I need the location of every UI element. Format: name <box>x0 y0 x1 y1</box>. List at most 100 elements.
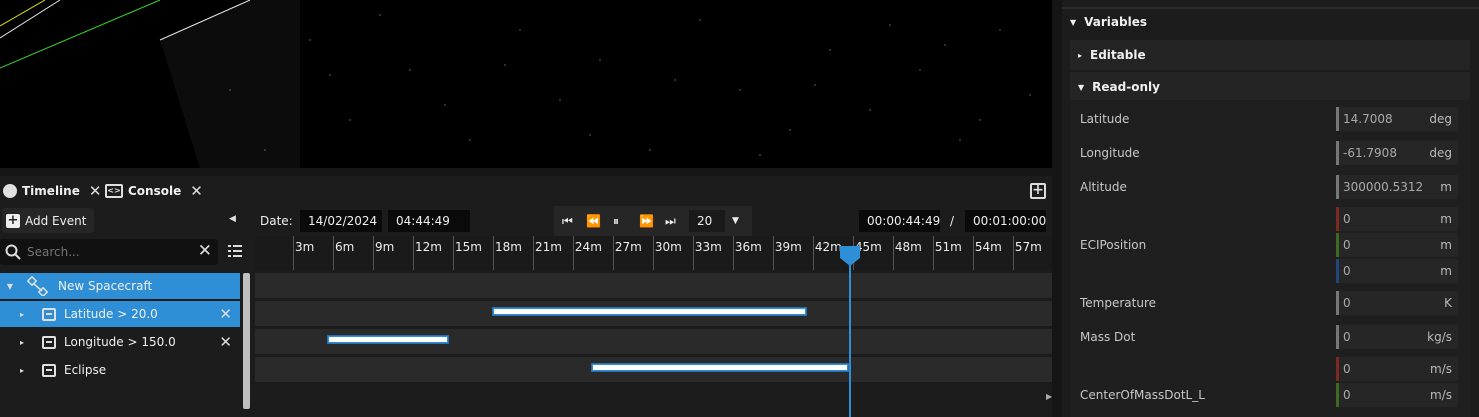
date-label: Date: <box>260 214 293 228</box>
tree-item-latitude-event[interactable]: ▸ Latitude > 20.0 ✕ <box>0 301 240 327</box>
add-panel-icon[interactable]: + <box>1030 183 1046 199</box>
list-view-icon[interactable] <box>227 243 243 259</box>
tab-timeline[interactable]: Timeline ✕ <box>3 176 101 206</box>
add-event-label: Add Event <box>25 213 87 228</box>
event-interval-bar[interactable] <box>492 308 807 315</box>
variable-value-com-x: 0 m/s <box>1336 357 1458 381</box>
tree-scrollbar[interactable] <box>243 273 250 409</box>
editable-section[interactable]: ▸ Editable <box>1070 40 1470 70</box>
expand-right-icon[interactable]: ▶ <box>1046 392 1052 401</box>
tree-item-longitude-event[interactable]: ▸ Longitude > 150.0 ✕ <box>0 329 240 355</box>
readonly-section[interactable]: ▼ Read-only <box>1070 72 1470 102</box>
ruler-tick <box>732 236 734 270</box>
ruler-tick-label: 42m <box>814 240 842 254</box>
event-interval-bar[interactable] <box>327 336 448 343</box>
ruler-tick <box>492 236 494 270</box>
variable-label-latitude: Latitude <box>1080 112 1130 126</box>
panel-splitter-vertical[interactable] <box>1052 0 1062 417</box>
ruler-tick-label: 30m <box>654 240 682 254</box>
variable-label-altitude: Altitude <box>1080 180 1127 194</box>
timeline-track[interactable] <box>255 273 1052 298</box>
ruler-tick <box>772 236 774 270</box>
variable-label-longitude: Longitude <box>1080 146 1140 160</box>
tab-console[interactable]: <> Console ✕ <box>105 176 203 206</box>
variables-title: Variables <box>1084 15 1147 29</box>
space-view <box>0 0 1031 168</box>
timeline-track[interactable] <box>255 357 1052 382</box>
tree-item-label: Latitude > 20.0 <box>64 307 158 321</box>
search-input[interactable] <box>27 245 187 259</box>
ruler-tick-label: 21m <box>534 240 562 254</box>
ruler-tick <box>532 236 534 270</box>
event-tree-panel: + Add Event ◀ ✕ ▼ New Spacecraft ▸ Latit… <box>0 206 252 417</box>
value-text: 14.7008 <box>1343 112 1393 126</box>
playhead-marker[interactable] <box>840 244 860 266</box>
event-interval-bar[interactable] <box>591 364 848 371</box>
ruler-tick <box>332 236 334 270</box>
ruler-tick <box>652 236 654 270</box>
tree-item-spacecraft[interactable]: ▼ New Spacecraft <box>0 273 240 299</box>
variable-label-mass-dot: Mass Dot <box>1080 330 1136 344</box>
starfield <box>229 14 1031 156</box>
unit-text: K <box>1444 296 1452 310</box>
unit-text: m <box>1440 238 1452 252</box>
add-event-button[interactable]: + Add Event <box>2 208 95 233</box>
value-text: 0 <box>1343 388 1351 402</box>
close-icon[interactable]: ✕ <box>89 182 102 200</box>
timeline-track[interactable] <box>255 301 1052 326</box>
speed-dropdown-icon[interactable]: ▼ <box>732 210 739 232</box>
expand-arrow-icon[interactable]: ▸ <box>16 366 28 375</box>
date-field[interactable]: 14/02/2024 <box>300 210 382 232</box>
value-text: 0 <box>1343 330 1351 344</box>
skip-to-end-icon[interactable]: ⏭ <box>665 210 676 232</box>
variable-label-temperature: Temperature <box>1080 296 1157 310</box>
expand-arrow-icon[interactable]: ▼ <box>4 282 16 291</box>
skip-to-start-icon[interactable]: ⏮ <box>562 210 573 232</box>
orbit-line-green <box>0 0 161 69</box>
ruler-tick <box>692 236 694 270</box>
clear-search-icon[interactable]: ✕ <box>198 241 212 261</box>
ruler-tick <box>452 236 454 270</box>
speed-field[interactable]: 20 <box>689 210 725 232</box>
timeline-ruler[interactable]: 3m 6m 9m 12m 15m 18m 21m 24m 27m 30m 33m 36m 39m 42m 4… <box>255 236 1052 270</box>
3d-viewport[interactable] <box>0 0 1052 168</box>
ruler-tick-label: 24m <box>574 240 602 254</box>
expand-arrow-icon[interactable]: ▸ <box>16 338 28 347</box>
variable-value-eci-y: 0m <box>1336 233 1458 257</box>
time-separator: / <box>950 214 955 228</box>
unit-text: m <box>1440 264 1452 278</box>
editable-title: Editable <box>1090 48 1146 62</box>
rewind-icon[interactable]: ⏪ <box>586 210 601 232</box>
tab-timeline-label: Timeline <box>22 184 80 198</box>
ruler-tick-label: 33m <box>694 240 722 254</box>
collapse-panel-icon[interactable]: ◀ <box>229 214 236 224</box>
panel-splitter-horizontal[interactable] <box>0 168 1052 176</box>
time-field[interactable]: 04:44:49 <box>388 210 470 232</box>
tree-item-eclipse-event[interactable]: ▸ Eclipse <box>0 357 240 383</box>
playhead-line <box>849 250 851 417</box>
ruler-tick <box>372 236 374 270</box>
ruler-tick-label: 36m <box>734 240 762 254</box>
fast-forward-icon[interactable]: ⏩ <box>639 210 654 232</box>
orbit-line-white <box>0 0 61 39</box>
ruler-tick-label: 15m <box>454 240 482 254</box>
ruler-tick-label: 57m <box>1014 240 1042 254</box>
expand-arrow-icon[interactable]: ▸ <box>16 310 28 319</box>
remove-event-icon[interactable]: ✕ <box>219 333 232 351</box>
remove-event-icon[interactable]: ✕ <box>219 305 232 323</box>
variable-value-longitude: -61.7908 deg <box>1336 141 1458 165</box>
variables-header[interactable]: ▼ Variables <box>1070 15 1147 29</box>
close-icon[interactable]: ✕ <box>190 182 203 200</box>
variable-value-eci-x: 0m <box>1336 207 1458 231</box>
value-text: 300000.5312 <box>1343 180 1424 194</box>
ruler-tick <box>932 236 934 270</box>
variable-value-eci-z: 0m <box>1336 259 1458 283</box>
timeline-track[interactable] <box>255 329 1052 354</box>
ruler-tick-label: 9m <box>374 240 395 254</box>
pause-icon[interactable]: ⏸ <box>613 210 619 232</box>
search-box: ✕ <box>0 239 218 265</box>
ruler-tick-label: 6m <box>334 240 355 254</box>
ruler-tick <box>293 236 294 270</box>
ruler-tick-label: 39m <box>774 240 802 254</box>
variable-value-com-y: 0 m/s <box>1336 383 1458 407</box>
